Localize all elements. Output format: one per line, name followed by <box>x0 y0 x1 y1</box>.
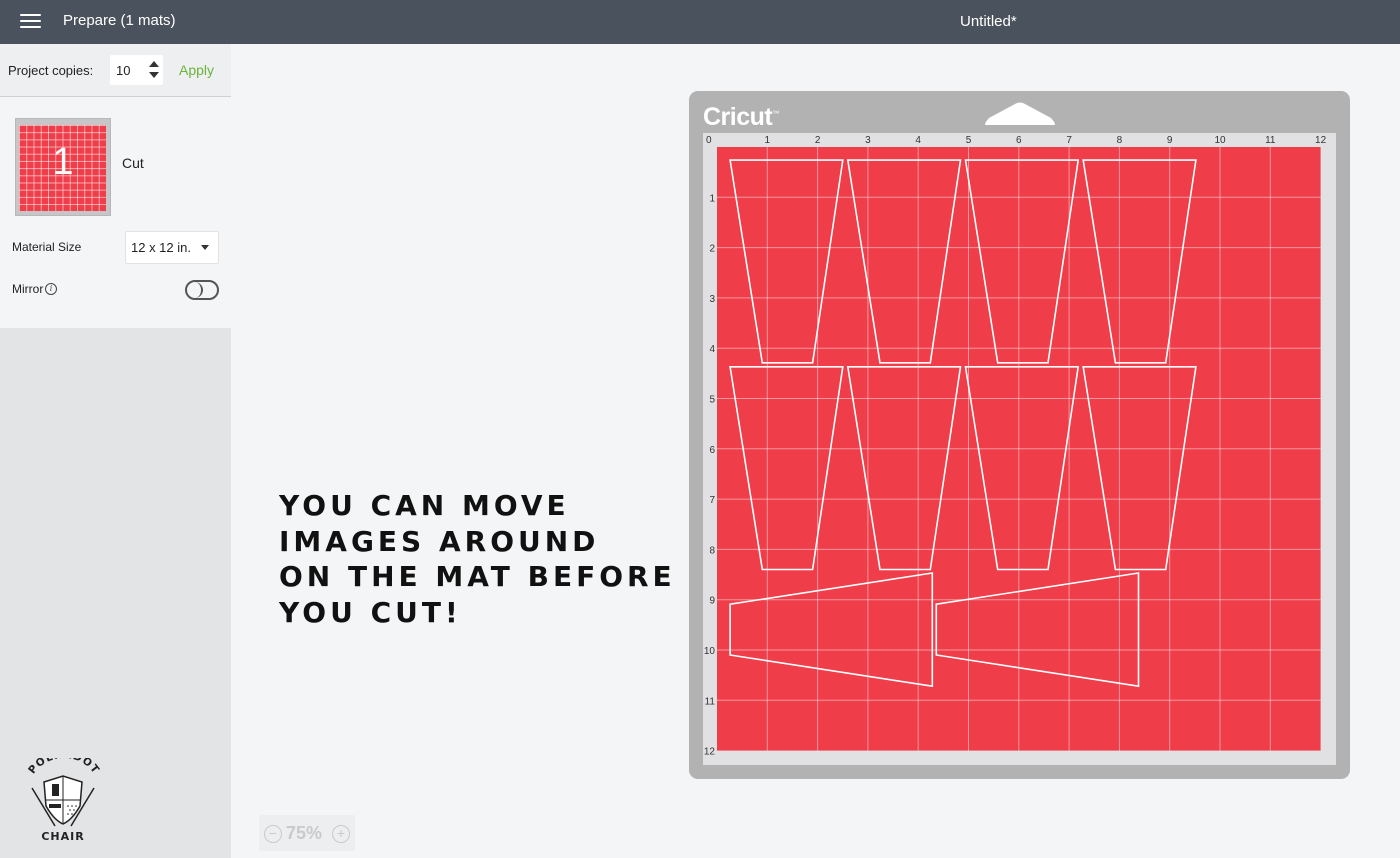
ruler-x-label: 6 <box>1016 135 1022 146</box>
ruler-x-label: 11 <box>1265 135 1276 146</box>
zoom-level: 75% <box>286 823 323 843</box>
prepare-title: Prepare (1 mats) <box>63 12 176 29</box>
logo-top-text: POLKADOT <box>26 758 101 776</box>
mat-number: 1 <box>52 141 74 183</box>
ruler-x-label: 3 <box>865 135 871 146</box>
top-bar: Prepare (1 mats) Untitled* <box>0 0 1400 44</box>
sidebar: Project copies: 10 Apply 1 Cut Material … <box>0 44 231 858</box>
annotation-text: YOU CAN MOVE IMAGES AROUND ON THE MAT BE… <box>279 489 676 629</box>
ruler-x-label: 0 <box>706 135 712 146</box>
ruler-y-label: 1 <box>709 193 715 204</box>
mat-operation-label: Cut <box>122 155 144 171</box>
ruler-x-label: 10 <box>1214 135 1226 146</box>
ruler-x-label: 1 <box>765 135 771 146</box>
zoom-control: − 75% + <box>259 815 355 851</box>
ruler-y-label: 8 <box>709 545 715 556</box>
mat-hanger-icon <box>985 102 1055 125</box>
ruler-y-label: 12 <box>704 747 716 758</box>
ruler-x-label: 5 <box>966 135 972 146</box>
ruler-x-label: 12 <box>1315 135 1327 146</box>
trademark: ™ <box>772 110 779 118</box>
mirror-label: Mirror <box>12 282 44 296</box>
project-copies-input[interactable]: 10 <box>110 55 163 85</box>
ruler-y-label: 7 <box>709 495 715 506</box>
cricut-logo: Cricut™ <box>703 103 779 132</box>
decrement-arrow-icon[interactable] <box>149 72 159 78</box>
zoom-out-button[interactable]: − <box>264 825 282 843</box>
ruler-x-label: 9 <box>1167 135 1173 146</box>
logo-bottom-text: CHAIR <box>41 830 84 842</box>
ruler-y-label: 9 <box>709 596 715 607</box>
material-size-value: 12 x 12 in. <box>131 240 191 255</box>
ruler-y-label: 11 <box>705 696 716 707</box>
info-icon[interactable]: i <box>45 283 57 295</box>
ruler-y-label: 2 <box>709 244 715 255</box>
project-copies-value[interactable]: 10 <box>116 63 130 78</box>
ruler-y-label: 3 <box>709 294 715 305</box>
toggle-knob <box>187 282 203 298</box>
ruler-y-label: 5 <box>709 395 715 406</box>
ruler-x-label: 8 <box>1117 135 1123 146</box>
copies-stepper[interactable] <box>149 59 159 81</box>
svg-text:POLKADOT: POLKADOT <box>26 758 102 776</box>
apply-button[interactable]: Apply <box>179 62 214 78</box>
hamburger-menu-icon[interactable] <box>20 13 41 29</box>
ruler-x-label: 4 <box>915 135 921 146</box>
mat-panel: 1 Cut Material Size 12 x 12 in. Mirror i <box>0 97 231 328</box>
ruler-x-label: 7 <box>1066 135 1072 146</box>
ruler-y-label: 4 <box>709 344 715 355</box>
material-size-select[interactable]: 12 x 12 in. <box>125 231 219 264</box>
cutting-mat: Cricut™ 0 1 2 3 4 5 6 7 8 9 10 11 12 1 2 3 4 5 6 7 8 9 10 11 12 <box>689 91 1350 779</box>
material-size-label: Material Size <box>12 240 82 254</box>
mat-grid: 0 1 2 3 4 5 6 7 8 9 10 11 12123456789101112 <box>704 135 1327 758</box>
increment-arrow-icon[interactable] <box>149 61 159 67</box>
document-title: Untitled* <box>960 13 1017 30</box>
chevron-down-icon <box>201 245 209 250</box>
mat-surface: 0 1 2 3 4 5 6 7 8 9 10 11 12 1 2 3 4 5 6 7 8 9 10 11 12 <box>703 133 1336 765</box>
project-copies-row: Project copies: 10 Apply <box>0 44 231 97</box>
polkadot-chair-logo: POLKADOT CHAIR <box>26 758 102 842</box>
mat-thumbnail[interactable]: 1 <box>15 118 111 216</box>
project-copies-label: Project copies: <box>8 63 94 78</box>
ruler-x-label: 2 <box>815 135 821 146</box>
cricut-brand: Cricut <box>703 103 773 131</box>
mirror-toggle[interactable] <box>185 280 219 300</box>
zoom-in-button[interactable]: + <box>332 825 350 843</box>
ruler-y-label: 6 <box>709 445 715 456</box>
ruler-y-label: 10 <box>704 646 716 657</box>
